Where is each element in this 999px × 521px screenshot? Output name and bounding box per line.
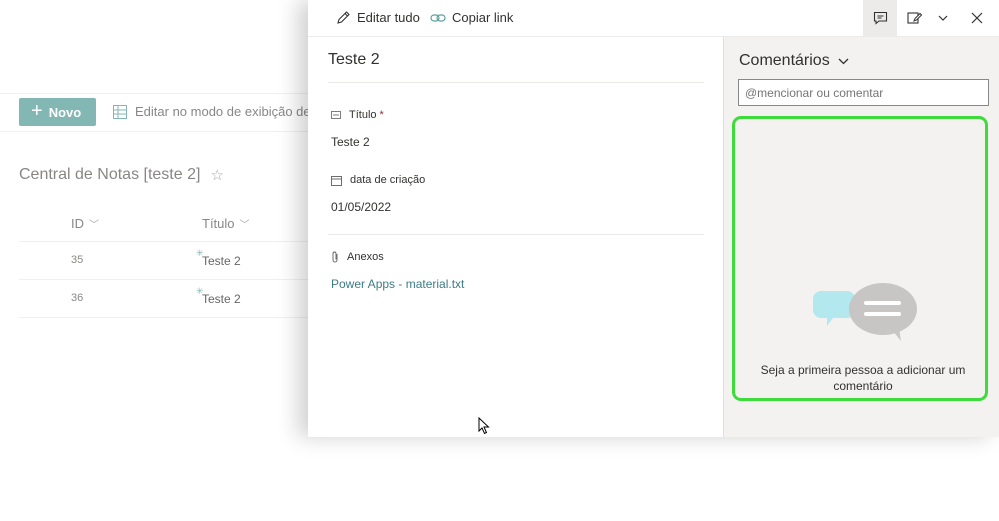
edit-all-button[interactable]: Editar tudo: [336, 10, 420, 25]
required-mark: *: [379, 109, 384, 121]
field-label-anexos: Anexos: [331, 251, 384, 263]
field-label-text: Anexos: [347, 251, 384, 263]
more-options-button[interactable]: [931, 0, 955, 36]
edit-form-icon: [906, 12, 922, 24]
field-label-text: Título: [349, 109, 377, 121]
edit-form-button[interactable]: [897, 0, 931, 36]
chat-bubbles-icon: [813, 283, 917, 341]
divider: [328, 82, 704, 83]
panel-actions: [863, 0, 999, 36]
overlay-veil: [0, 0, 310, 437]
comments-title: Comentários: [739, 52, 830, 69]
field-value-titulo[interactable]: Teste 2: [331, 135, 370, 149]
attachment-link[interactable]: Power Apps - material.txt: [331, 277, 464, 291]
pencil-icon: [337, 11, 350, 24]
copy-link-button[interactable]: Copiar link: [430, 10, 513, 25]
item-form: Teste 2 Título * Teste 2 data de criação…: [308, 37, 724, 437]
close-icon: [971, 12, 983, 24]
comment-toggle-button[interactable]: [863, 0, 897, 36]
copy-link-label: Copiar link: [452, 10, 514, 25]
edit-all-label: Editar tudo: [357, 10, 420, 25]
panel-toolbar: Editar tudo Copiar link: [308, 0, 999, 37]
chevron-down-icon: [838, 58, 849, 64]
chevron-down-icon: [938, 15, 948, 21]
paperclip-icon: [332, 251, 338, 263]
item-title: Teste 2: [328, 51, 380, 68]
item-detail-panel: Editar tudo Copiar link Teste 2 Título *…: [308, 0, 999, 437]
field-label-titulo: Título *: [331, 109, 384, 121]
field-label-data: data de criação: [331, 174, 425, 186]
comment-input[interactable]: [738, 79, 989, 106]
divider: [328, 234, 704, 235]
empty-comments-text: Seja a primeira pessoa a adicionar um co…: [760, 363, 966, 393]
field-value-data[interactable]: 01/05/2022: [331, 200, 391, 214]
comments-pane: Comentários Seja a primeira pessoa a adi…: [724, 37, 999, 437]
comment-icon: [873, 11, 887, 25]
link-icon: [430, 13, 446, 22]
mouse-cursor-icon: [478, 417, 490, 435]
comments-header[interactable]: Comentários: [739, 52, 849, 70]
text-field-icon: [331, 111, 341, 119]
close-button[interactable]: [955, 0, 999, 36]
comments-highlight-box: Seja a primeira pessoa a adicionar um co…: [732, 116, 988, 401]
calendar-icon: [331, 175, 342, 186]
field-label-text: data de criação: [350, 174, 426, 186]
